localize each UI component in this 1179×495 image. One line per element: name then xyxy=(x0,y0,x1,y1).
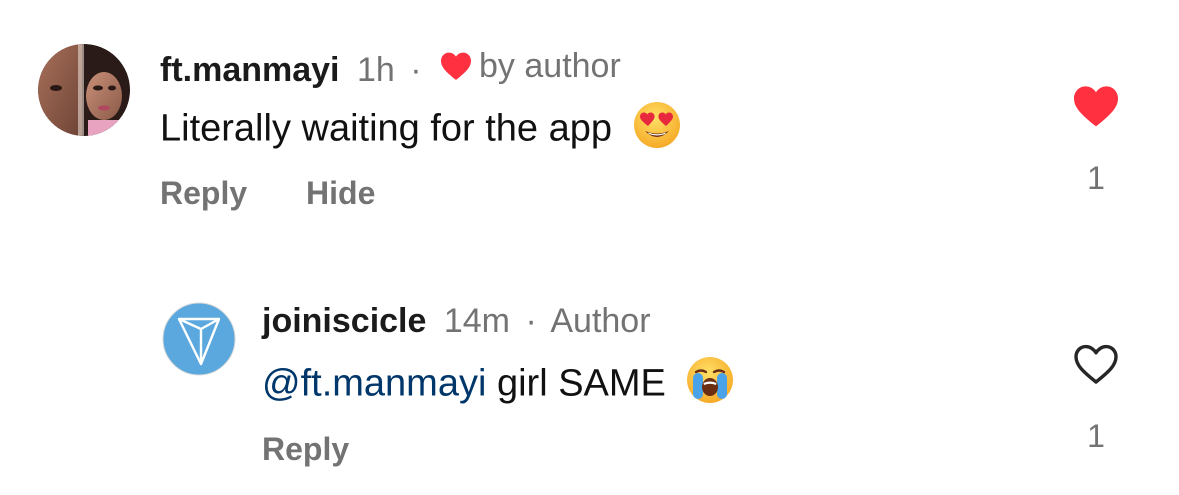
liked-by-author-label: by author xyxy=(479,47,621,85)
loudly-crying-emoji xyxy=(686,356,734,415)
like-count: 1 xyxy=(1087,160,1105,196)
comment-meta: ft.manmayi 1h · by author xyxy=(160,46,621,90)
comment-actions: Reply xyxy=(262,430,349,468)
author-tag: Author xyxy=(550,302,651,340)
like-count: 1 xyxy=(1087,418,1105,454)
comment-time: 14m xyxy=(443,302,510,340)
like-column: 1 xyxy=(1066,342,1126,462)
comment-text: @ft.manmayi girl SAME xyxy=(262,356,734,415)
separator-dot: · xyxy=(410,51,422,89)
heart-filled-icon xyxy=(441,52,472,80)
reply-button[interactable]: Reply xyxy=(160,175,247,211)
avatar[interactable] xyxy=(162,302,236,376)
avatar-photo xyxy=(38,44,130,136)
comment-text-content: Literally waiting for the app xyxy=(160,107,613,150)
comment-item: ft.manmayi 1h · by author Literally wait… xyxy=(0,0,1179,240)
separator-dot: · xyxy=(525,302,537,340)
comment-text: Literally waiting for the app xyxy=(160,101,681,160)
username[interactable]: joiniscicle xyxy=(262,302,426,340)
reply-button[interactable]: Reply xyxy=(262,431,349,467)
heart-eyes-emoji xyxy=(633,101,681,160)
reply-comment-item: joiniscicle 14m · Author @ft.manmayi gir… xyxy=(0,240,1179,495)
heart-filled-icon[interactable] xyxy=(1072,84,1120,128)
avatar[interactable] xyxy=(38,44,130,136)
liked-by-author-badge: by author xyxy=(439,46,621,86)
comment-meta: joiniscicle 14m · Author xyxy=(262,301,651,341)
comment-time: 1h xyxy=(356,51,395,89)
comment-actions: Reply Hide xyxy=(160,174,375,212)
heart-outline-icon[interactable] xyxy=(1072,342,1120,386)
like-column: 1 xyxy=(1066,84,1126,204)
username[interactable]: ft.manmayi xyxy=(160,51,340,89)
comment-text-content: girl SAME xyxy=(496,362,666,405)
iscicle-logo-icon xyxy=(162,302,236,376)
hide-button[interactable]: Hide xyxy=(306,175,375,211)
mention-link[interactable]: @ft.manmayi xyxy=(262,363,486,405)
